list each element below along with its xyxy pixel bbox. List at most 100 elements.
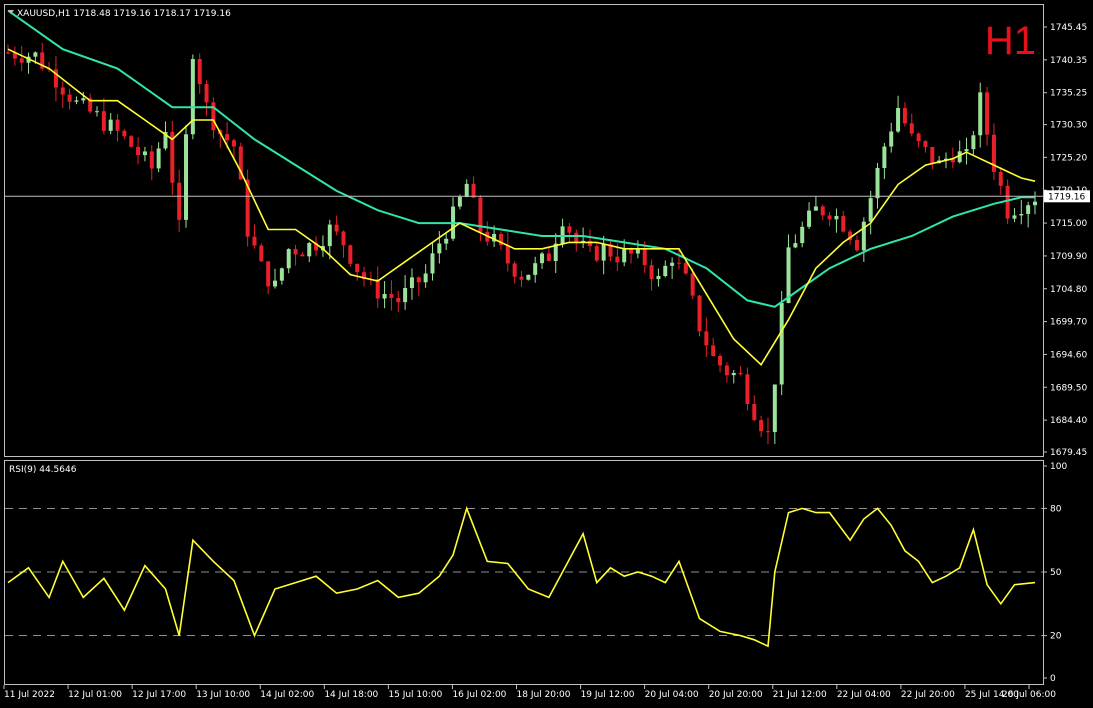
candle-body (95, 111, 100, 113)
candle-body (142, 151, 147, 156)
candle-body (108, 119, 113, 131)
symbol-info: XAUUSD,H1 1718.48 1719.16 1718.17 1719.1… (17, 9, 231, 19)
candle-body (601, 244, 606, 261)
chart-window: 1745.451740.351735.251730.301725.201720.… (0, 0, 1093, 708)
candle-body (1019, 213, 1024, 216)
candle-body (348, 245, 353, 264)
candle-body (1005, 185, 1010, 219)
candle-body (752, 404, 757, 421)
candle-body (74, 100, 79, 102)
candle-body (197, 59, 202, 85)
candle-body (67, 94, 72, 102)
time-axis-label: 12 Jul 17:00 (132, 690, 186, 700)
current-price-label: 1719.16 (1048, 192, 1085, 202)
candle-body (697, 295, 702, 332)
candle-body (861, 221, 866, 251)
candle-body (964, 149, 969, 152)
candle-body (676, 262, 681, 264)
candle-body (81, 98, 86, 101)
candle-body (540, 253, 545, 264)
time-axis-label: 19 Jul 12:00 (581, 690, 635, 700)
candle-body (334, 224, 339, 232)
candle-body (471, 183, 476, 198)
candle-body (184, 134, 189, 220)
candle-body (526, 274, 531, 280)
rsi-axis-label: 100 (1050, 462, 1067, 472)
time-axis-label: 14 Jul 02:00 (260, 690, 314, 700)
candle-body (355, 263, 360, 273)
candle-body (882, 146, 887, 169)
rsi-label: RSI(9) 44.5646 (9, 465, 77, 475)
candle-body (430, 253, 435, 274)
candle-body (731, 372, 736, 376)
candle-body (711, 345, 716, 356)
rsi-axis-label: 80 (1050, 504, 1062, 514)
price-axis-label: 1745.45 (1050, 23, 1087, 33)
candle-body (868, 198, 873, 222)
candle-body (409, 277, 414, 288)
price-axis-label: 1694.60 (1050, 350, 1087, 360)
price-axis-label: 1740.35 (1050, 56, 1087, 66)
time-axis-label: 15 Jul 10:00 (388, 690, 442, 700)
candle-body (820, 206, 825, 216)
candle-body (101, 111, 106, 131)
candle-body (629, 249, 634, 254)
candle-body (875, 168, 880, 199)
rsi-axis-label: 0 (1050, 674, 1056, 684)
candle-body (574, 232, 579, 243)
candle-body (786, 247, 791, 304)
candle-body (663, 265, 668, 277)
candle-body (1033, 201, 1037, 206)
price-axis-label: 1704.80 (1050, 285, 1087, 295)
candle-body (649, 265, 654, 280)
candle-body (6, 52, 10, 54)
candle-body (437, 243, 442, 254)
price-axis-label: 1709.90 (1050, 252, 1087, 262)
candle-body (266, 261, 271, 287)
time-axis-label: 12 Jul 01:00 (68, 690, 122, 700)
candle-body (813, 206, 818, 211)
candle-body (841, 215, 846, 232)
time-axis-label: 18 Jul 20:00 (517, 690, 571, 700)
candle-body (122, 130, 127, 137)
candle-body (341, 231, 346, 246)
candle-body (457, 196, 462, 207)
candle-body (567, 226, 572, 233)
candle-body (854, 240, 859, 251)
time-axis-label: 21 Jul 12:00 (773, 690, 827, 700)
rsi-axis-label: 20 (1050, 632, 1062, 642)
candle-body (512, 263, 517, 277)
candle-body (259, 245, 264, 262)
candle-body (327, 224, 332, 247)
time-axis-label: 11 Jul 2022 (4, 690, 55, 700)
candle-body (231, 140, 236, 147)
time-axis-label: 22 Jul 04:00 (837, 690, 891, 700)
candle-body (779, 303, 784, 385)
candle-body (889, 131, 894, 147)
candle-body (738, 372, 743, 375)
time-axis-label: 26 Jul 06:00 (1002, 690, 1056, 700)
candle-body (670, 262, 675, 266)
candle-body (190, 59, 195, 135)
candle-body (382, 293, 387, 299)
candle-body (204, 84, 209, 103)
candle-body (923, 141, 928, 147)
timeframe-label: H1 (985, 19, 1036, 63)
candle-body (546, 253, 551, 261)
candle-body (149, 151, 154, 169)
candle-body (560, 226, 565, 244)
candle-body (307, 243, 312, 257)
price-axis-label: 1699.70 (1050, 318, 1087, 328)
candle-body (827, 215, 832, 220)
candle-body (300, 254, 305, 257)
candle-body (765, 431, 770, 433)
time-axis-label: 20 Jul 04:00 (645, 690, 699, 700)
candle-body (1012, 215, 1017, 219)
candle-body (279, 268, 284, 281)
candle-body (115, 119, 120, 131)
candle-body (1026, 205, 1031, 214)
price-axis-label: 1730.30 (1050, 121, 1087, 131)
candle-body (615, 256, 620, 263)
candle-body (690, 273, 695, 296)
candle-body (916, 133, 921, 142)
